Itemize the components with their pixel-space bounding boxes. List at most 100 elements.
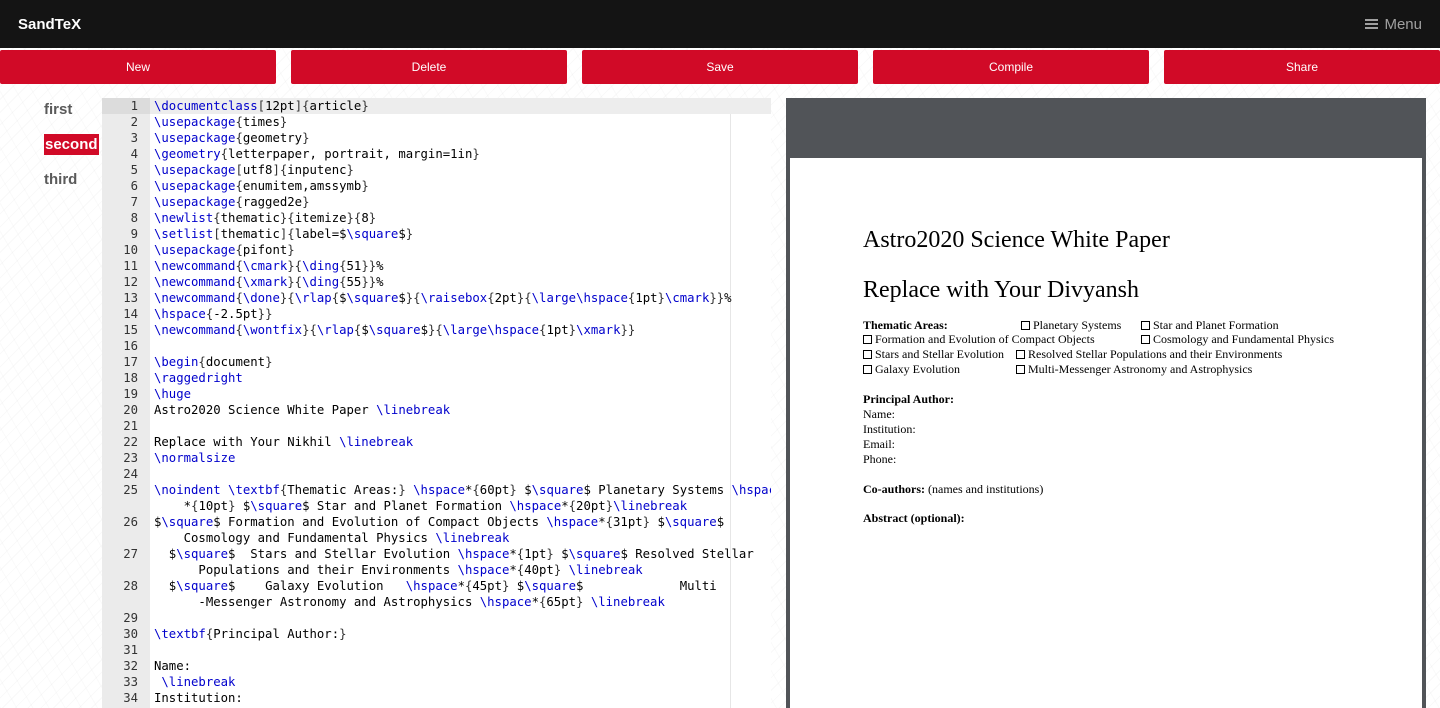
code-line[interactable]: 1 \documentclass[12pt]{article} xyxy=(102,98,771,114)
checkbox-icon xyxy=(863,350,872,359)
code-line[interactable]: 29 xyxy=(102,610,771,626)
code-line[interactable]: 31 xyxy=(102,642,771,658)
line-number: 2 xyxy=(130,115,138,129)
code-line[interactable]: 10 \usepackage{pifont} xyxy=(102,242,771,258)
code-line[interactable]: 33 \linebreak xyxy=(102,674,771,690)
code-line[interactable]: 28 $\square$ Galaxy Evolution \hspace*{4… xyxy=(102,578,771,610)
checkbox-icon xyxy=(863,335,872,344)
code-line[interactable]: 2 \usepackage{times} xyxy=(102,114,771,130)
code-line[interactable]: 23 \normalsize xyxy=(102,450,771,466)
thematic-area-item: Multi-Messenger Astronomy and Astrophysi… xyxy=(1016,362,1252,377)
code-text: \textbf{Principal Author:} xyxy=(154,627,347,641)
code-text: \normalsize xyxy=(154,451,236,465)
thematic-area-item: Planetary Systems xyxy=(1021,318,1121,333)
thematic-area-item: Star and Planet Formation xyxy=(1141,318,1279,333)
line-number: 7 xyxy=(130,195,138,209)
code-line[interactable]: 17 \begin{document} xyxy=(102,354,771,370)
code-line[interactable]: 11 \newcommand{\cmark}{\ding{51}}% xyxy=(102,258,771,274)
document-list: first second third xyxy=(44,100,99,204)
code-line[interactable]: 30 \textbf{Principal Author:} xyxy=(102,626,771,642)
checkbox-icon xyxy=(1016,350,1025,359)
code-line[interactable]: 32 Name: xyxy=(102,658,771,674)
code-text: \newcommand{\xmark}{\ding{55}}% xyxy=(154,275,384,289)
navbar: SandTeX Menu xyxy=(0,0,1440,48)
code-text: \raggedright xyxy=(154,371,243,385)
code-line[interactable]: 19 \huge xyxy=(102,386,771,402)
code-text: Name: xyxy=(154,659,192,673)
code-line[interactable]: 3 \usepackage{geometry} xyxy=(102,130,771,146)
checkbox-icon xyxy=(1016,365,1025,374)
hamburger-icon xyxy=(1365,19,1379,29)
thematic-areas-label: Thematic Areas: xyxy=(863,318,948,332)
code-line[interactable]: 20 Astro2020 Science White Paper \linebre… xyxy=(102,402,771,418)
menu-button[interactable]: Menu xyxy=(1365,16,1422,33)
save-button[interactable]: Save xyxy=(582,50,858,84)
line-number: 30 xyxy=(123,627,138,641)
line-number: 24 xyxy=(123,467,138,481)
code-line[interactable]: 14 \hspace{-2.5pt}} xyxy=(102,306,771,322)
line-number: 22 xyxy=(123,435,138,449)
code-text: \newcommand{\wontfix}{\rlap{$\square$}{\… xyxy=(154,323,636,337)
name-field-label: Name: xyxy=(863,407,895,421)
share-button[interactable]: Share xyxy=(1164,50,1440,84)
preview-page: Astro2020 Science White Paper Replace wi… xyxy=(790,158,1422,708)
code-text: $\square$ Stars and Stellar Evolution \h… xyxy=(154,547,754,577)
code-line[interactable]: 9 \setlist[thematic]{label=$\square$} xyxy=(102,226,771,242)
code-text: \usepackage{geometry} xyxy=(154,131,310,145)
code-line[interactable]: 16 xyxy=(102,338,771,354)
code-line[interactable]: 7 \usepackage{ragged2e} xyxy=(102,194,771,210)
code-text: \huge xyxy=(154,387,192,401)
code-line[interactable]: 8 \newlist{thematic}{itemize}{8} xyxy=(102,210,771,226)
code-line[interactable]: 21 xyxy=(102,418,771,434)
checkbox-icon xyxy=(1141,321,1150,330)
line-number: 29 xyxy=(123,611,138,625)
line-number: 6 xyxy=(130,179,138,193)
line-number: 31 xyxy=(123,643,138,657)
code-line[interactable]: 34 Institution: xyxy=(102,690,771,706)
code-line[interactable]: 27 $\square$ Stars and Stellar Evolution… xyxy=(102,546,771,578)
preview-subtitle: Replace with Your Divyansh xyxy=(863,277,1139,303)
compile-button[interactable]: Compile xyxy=(873,50,1149,84)
code-line[interactable]: 24 xyxy=(102,466,771,482)
code-line[interactable]: 22 Replace with Your Nikhil \linebreak xyxy=(102,434,771,450)
line-number: 12 xyxy=(123,275,138,289)
code-line[interactable]: 18 \raggedright xyxy=(102,370,771,386)
code-text: \usepackage{times} xyxy=(154,115,288,129)
pdf-preview[interactable]: Astro2020 Science White Paper Replace wi… xyxy=(786,98,1426,708)
email-field-label: Email: xyxy=(863,437,895,451)
line-number: 26 xyxy=(123,515,138,529)
delete-button[interactable]: Delete xyxy=(291,50,567,84)
code-text: \hspace{-2.5pt}} xyxy=(154,307,273,321)
code-line[interactable]: 4 \geometry{letterpaper, portrait, margin… xyxy=(102,146,771,162)
code-text: \setlist[thematic]{label=$\square$} xyxy=(154,227,414,241)
document-item-third[interactable]: third xyxy=(44,170,99,189)
principal-author-label: Principal Author: xyxy=(863,392,955,406)
line-number: 25 xyxy=(123,483,138,497)
line-number: 17 xyxy=(123,355,138,369)
code-editor[interactable]: 1 \documentclass[12pt]{article} 2 \usepacka… xyxy=(102,98,771,708)
document-item-first[interactable]: first xyxy=(44,100,99,119)
document-item-second[interactable]: second xyxy=(44,134,99,155)
code-line[interactable]: 12 \newcommand{\xmark}{\ding{55}}% xyxy=(102,274,771,290)
thematic-area-item: Formation and Evolution of Compact Objec… xyxy=(863,332,1095,347)
thematic-area-item: Cosmology and Fundamental Physics xyxy=(1141,332,1334,347)
coauthors-line: Co-authors: (names and institutions) xyxy=(863,482,1044,496)
new-button[interactable]: New xyxy=(0,50,276,84)
code-text: $\square$ Galaxy Evolution \hspace*{45pt… xyxy=(154,579,717,609)
code-text: \linebreak xyxy=(161,675,236,689)
preview-title: Astro2020 Science White Paper xyxy=(863,227,1170,253)
code-line[interactable]: 26 $\square$ Formation and Evolution of C… xyxy=(102,514,771,546)
code-text: Replace with Your Nikhil \linebreak xyxy=(154,435,414,449)
code-line[interactable]: 15 \newcommand{\wontfix}{\rlap{$\square$}… xyxy=(102,322,771,338)
code-line[interactable]: 5 \usepackage[utf8]{inputenc} xyxy=(102,162,771,178)
code-line[interactable]: 6 \usepackage{enumitem,amssymb} xyxy=(102,178,771,194)
code-line[interactable]: 13 \newcommand{\done}{\rlap{$\square$}{\r… xyxy=(102,290,771,306)
brand-logo[interactable]: SandTeX xyxy=(18,16,81,33)
abstract-label: Abstract (optional): xyxy=(863,511,965,525)
code-text: \newcommand{\cmark}{\ding{51}}% xyxy=(154,259,384,273)
code-text: \newlist{thematic}{itemize}{8} xyxy=(154,211,377,225)
code-text: \noindent \textbf{Thematic Areas:} \hspa… xyxy=(154,483,771,513)
code-line[interactable]: 25 \noindent \textbf{Thematic Areas:} \hs… xyxy=(102,482,771,514)
